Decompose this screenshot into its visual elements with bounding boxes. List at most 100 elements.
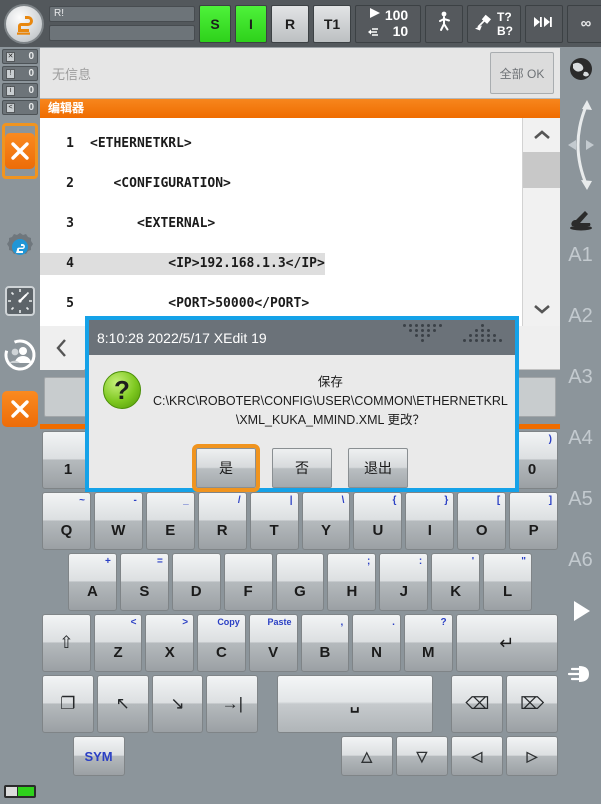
key-e[interactable]: _ E xyxy=(145,492,195,550)
key-k[interactable]: ' K xyxy=(431,553,481,611)
counter-info[interactable]: i 0 xyxy=(2,83,38,98)
key-c[interactable]: Copy C xyxy=(197,614,246,672)
key-l-label: L xyxy=(502,583,513,600)
arrow-up-key[interactable]: △ xyxy=(340,736,393,776)
code-line[interactable]: 3 <EXTERNAL> xyxy=(40,204,522,244)
key-x[interactable]: > X xyxy=(145,614,195,672)
world-coordinate-globe-icon[interactable] xyxy=(567,55,595,88)
key-h[interactable]: ; H xyxy=(327,553,377,611)
key-q[interactable]: ~ Q xyxy=(42,492,91,550)
hand-icon[interactable] xyxy=(566,663,596,690)
key-l[interactable]: " L xyxy=(483,553,533,611)
key-s[interactable]: = S xyxy=(119,553,169,611)
acknowledge-all-button[interactable]: 全部 OK xyxy=(490,52,554,94)
robot-name-fields: R! xyxy=(49,6,195,41)
key-b[interactable]: , B xyxy=(300,614,350,672)
key-g[interactable]: G xyxy=(275,553,325,611)
key-z[interactable]: < Z xyxy=(93,614,143,672)
key-n[interactable]: . N xyxy=(352,614,401,672)
key-f[interactable]: F xyxy=(223,553,273,611)
dialog-grip-left-icon xyxy=(403,324,443,342)
end-key[interactable]: ↘ xyxy=(151,675,204,733)
robot-name-field-top[interactable]: R! xyxy=(49,6,195,22)
key-r[interactable]: / R xyxy=(197,492,247,550)
counter-error[interactable]: ✕ 0 xyxy=(2,49,38,64)
shift-key[interactable]: ⇧ xyxy=(42,614,91,672)
dialog-title-text: 8:10:28 2022/5/17 XEdit 19 xyxy=(97,329,267,346)
key-j[interactable]: : J xyxy=(379,553,429,611)
key-m[interactable]: ? M xyxy=(403,614,453,672)
key-o[interactable]: [ O xyxy=(457,492,507,550)
key-h-sup: ; xyxy=(367,556,371,567)
chevron-up-icon[interactable] xyxy=(523,118,560,152)
status-i-button[interactable]: I xyxy=(235,4,267,43)
tool-value: T? xyxy=(497,9,512,24)
sym-key[interactable]: SYM xyxy=(72,736,125,776)
space-key[interactable]: ␣ xyxy=(276,675,433,733)
key-o-label: O xyxy=(475,522,488,539)
key-t-sup: | xyxy=(289,495,293,506)
code-line-selected[interactable]: 4 <IP>192.168.1.3</IP> xyxy=(40,244,522,284)
arrow-left-key[interactable]: ◁ xyxy=(450,736,503,776)
key-i[interactable]: } I xyxy=(405,492,455,550)
code-editor[interactable]: 1 <ETHERNETKRL> 2 <CONFIGURATION> 3 <EXT… xyxy=(40,118,560,326)
save-confirmation-dialog[interactable]: 8:10:28 2022/5/17 XEdit 19 ? 保存 C:\KRC\R… xyxy=(85,316,519,492)
info-message-icon: i xyxy=(6,85,15,96)
interpreter-status-button[interactable] xyxy=(425,4,463,43)
increment-mode-button[interactable] xyxy=(525,4,563,43)
right-sidebar: A1 A2 A3 A4 A5 A6 xyxy=(560,47,601,804)
duplicate-key-label: ❐ xyxy=(60,694,76,713)
arrow-down-key[interactable]: ▽ xyxy=(395,736,448,776)
delete-key[interactable]: ⌦ xyxy=(506,675,559,733)
editor-scrollbar[interactable] xyxy=(522,118,560,326)
jog-arrows-icon[interactable] xyxy=(563,96,599,199)
play-triangle-icon[interactable] xyxy=(568,598,594,629)
chevron-down-icon[interactable] xyxy=(523,292,560,326)
status-r-button[interactable]: R xyxy=(271,4,309,43)
play-icon xyxy=(368,6,382,22)
stop-button[interactable] xyxy=(5,133,35,169)
backspace-key[interactable]: ⌫ xyxy=(451,675,504,733)
clock-icon[interactable] xyxy=(2,281,38,321)
scrollbar-thumb[interactable] xyxy=(523,152,560,188)
kuka-robot-logo-icon[interactable] xyxy=(4,3,44,44)
key-w[interactable]: - W xyxy=(93,492,143,550)
dialog-exit-button[interactable]: 退出 xyxy=(348,448,408,488)
key-q-label: Q xyxy=(60,522,73,539)
key-p[interactable]: ] P xyxy=(509,492,559,550)
chevron-left-icon[interactable] xyxy=(40,325,84,370)
code-line[interactable]: 2 <CONFIGURATION> xyxy=(40,164,522,204)
home-key[interactable]: ↖ xyxy=(96,675,149,733)
key-t[interactable]: | T xyxy=(249,492,299,550)
speed-override-button[interactable]: 100 10 xyxy=(355,4,421,43)
dialog-title-bar[interactable]: 8:10:28 2022/5/17 XEdit 19 xyxy=(89,320,515,355)
status-s-button[interactable]: S xyxy=(199,4,231,43)
settings-gear-robot-icon[interactable] xyxy=(2,227,38,267)
key-d[interactable]: D xyxy=(171,553,221,611)
counter-warning[interactable]: ! 0 xyxy=(2,66,38,81)
arrow-right-key[interactable]: ▷ xyxy=(505,736,558,776)
tab-key[interactable]: →| xyxy=(206,675,259,733)
operating-mode-button[interactable]: T1 xyxy=(313,4,351,43)
code-line[interactable]: 1 <ETHERNETKRL> xyxy=(40,124,522,164)
key-u-label: U xyxy=(372,522,384,539)
dialog-yes-button[interactable]: 是 xyxy=(192,444,260,492)
key-y[interactable]: \ Y xyxy=(301,492,351,550)
key-a-sup: + xyxy=(105,556,111,567)
key-v[interactable]: Paste V xyxy=(248,614,298,672)
robot-name-field-bottom[interactable] xyxy=(49,25,195,41)
enter-key[interactable]: ↵ xyxy=(455,614,559,672)
key-a[interactable]: + A xyxy=(68,553,117,611)
code-lines[interactable]: 1 <ETHERNETKRL> 2 <CONFIGURATION> 3 <EXT… xyxy=(40,118,522,326)
close-editor-button[interactable] xyxy=(2,391,38,427)
robot-axis-icon[interactable] xyxy=(566,205,596,236)
infinity-indicator[interactable]: ∞ xyxy=(567,4,601,43)
dialog-no-button[interactable]: 否 xyxy=(272,448,332,488)
tool-icon xyxy=(474,13,493,34)
tool-base-button[interactable]: T? B? xyxy=(467,4,521,43)
user-group-icon[interactable] xyxy=(2,335,38,375)
counter-wait[interactable]: < 0 xyxy=(2,100,38,115)
key-u[interactable]: { U xyxy=(353,492,403,550)
duplicate-key[interactable]: ❐ xyxy=(42,675,94,733)
delete-key-label: ⌦ xyxy=(520,694,545,713)
